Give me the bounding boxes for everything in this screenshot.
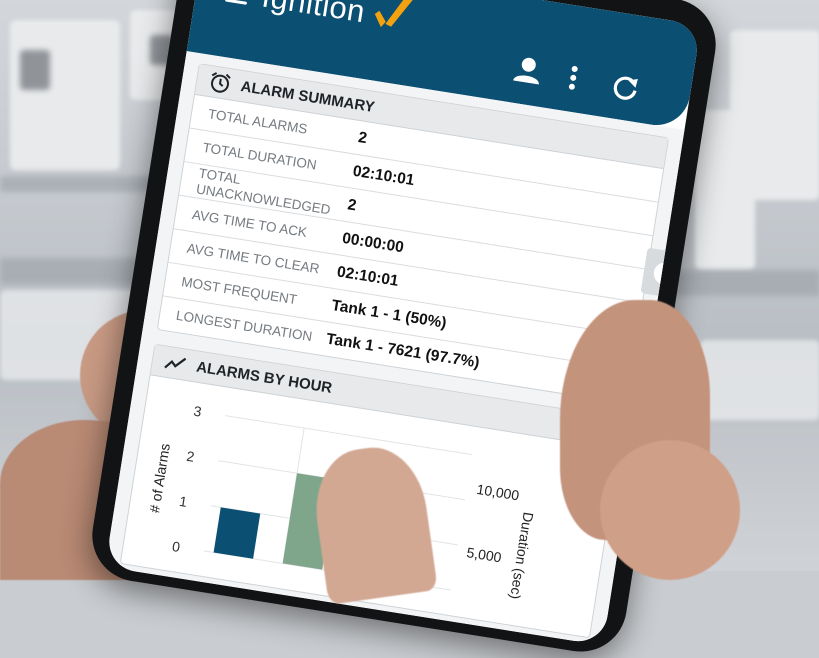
more-options-icon[interactable] bbox=[567, 65, 579, 90]
user-icon[interactable] bbox=[512, 55, 544, 85]
summary-value: 02:10:01 bbox=[335, 262, 400, 290]
y2-tick-label: 10,000 bbox=[476, 481, 521, 504]
summary-value: 02:10:01 bbox=[351, 162, 416, 189]
right-index bbox=[600, 440, 740, 580]
refresh-icon[interactable] bbox=[611, 72, 641, 102]
y2-tick-label: 5,000 bbox=[466, 544, 503, 565]
menu-icon[interactable] bbox=[224, 0, 249, 5]
y-tick-label: 0 bbox=[171, 538, 181, 555]
bar bbox=[213, 507, 261, 559]
y-axis-label: # of Alarms bbox=[146, 442, 173, 514]
alarm-clock-icon bbox=[211, 72, 231, 93]
y2-axis-label: Duration (sec) bbox=[507, 511, 537, 600]
gridline bbox=[225, 415, 473, 456]
logo-accent-icon bbox=[374, 0, 419, 28]
app-logo: Ignition bbox=[259, 0, 368, 30]
summary-value: 2 bbox=[346, 195, 358, 214]
y-tick-label: 3 bbox=[192, 403, 202, 420]
y-tick-label: 2 bbox=[185, 448, 195, 465]
summary-value: 00:00:00 bbox=[341, 229, 406, 256]
y-tick-label: 1 bbox=[178, 493, 188, 510]
summary-value: 2 bbox=[357, 128, 369, 147]
trend-line-icon bbox=[164, 357, 187, 369]
